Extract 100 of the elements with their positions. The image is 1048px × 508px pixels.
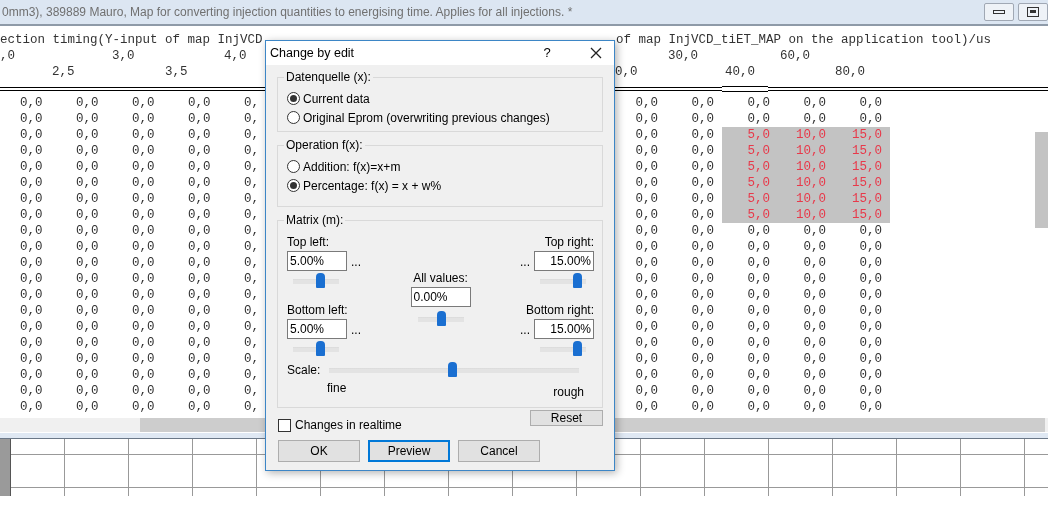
table-cell-text: 0,0 xyxy=(802,111,827,127)
table-cell-text: 0,0 xyxy=(802,383,827,399)
table-cell-text: 0,0 xyxy=(76,223,100,239)
table-cell: 0, xyxy=(244,383,259,399)
table-cell-text: 0,0 xyxy=(802,351,827,367)
table-cell-text: 0,0 xyxy=(690,367,715,383)
table-cell-text: 0,0 xyxy=(76,399,100,415)
table-cell-text: 0,0 xyxy=(20,399,44,415)
table-cell-text: 0,0 xyxy=(132,223,156,239)
table-cell-text: 0,0 xyxy=(634,255,659,271)
table-cell-text: 0,0 xyxy=(690,239,715,255)
table-cell-text: 0,0 xyxy=(76,383,100,399)
table-cell-text: 0,0 xyxy=(20,383,44,399)
table-cell-text: 0,0 xyxy=(20,351,44,367)
table-cell: 10,0 xyxy=(778,191,834,207)
field-label: All values: xyxy=(413,270,468,287)
table-cell-text: 0,0 xyxy=(188,351,212,367)
table-cell-text: 0,0 xyxy=(76,175,100,191)
table-cell-text: 0,0 xyxy=(858,399,883,415)
table-cell-text: 0,0 xyxy=(746,271,771,287)
ellipsis-label: ... xyxy=(520,322,530,339)
table-cell-text: 0,0 xyxy=(20,303,44,319)
radio-label: Current data xyxy=(303,90,370,108)
table-cell-text: 0,0 xyxy=(634,159,659,175)
axis-label: 60,0 xyxy=(780,49,810,63)
table-cell-text: 0,0 xyxy=(858,367,883,383)
table-cell-text: 0,0 xyxy=(132,271,156,287)
table-cell-text: 0,0 xyxy=(634,287,659,303)
table-cell: 15,0 xyxy=(834,191,890,207)
table-cell-text: 0,0 xyxy=(132,175,156,191)
table-cell-text: 0,0 xyxy=(20,367,44,383)
table-cell-text: 0,0 xyxy=(132,399,156,415)
axis-label: ,0 xyxy=(0,49,15,63)
table-cell-text: 0,0 xyxy=(188,191,212,207)
map-description: ection timing(Y-input of map InjVCD xyxy=(0,32,263,48)
table-cell-text: 0,0 xyxy=(634,111,659,127)
table-cell-text: 0,0 xyxy=(132,351,156,367)
table-cell-text: 0,0 xyxy=(188,207,212,223)
table-cell-text: 0,0 xyxy=(188,239,212,255)
table-cell: 0, xyxy=(244,175,259,191)
table-cell-text: 0,0 xyxy=(20,175,44,191)
table-cell-text: 0,0 xyxy=(634,239,659,255)
table-cell: 0, xyxy=(244,351,259,367)
table-cell-text: 0,0 xyxy=(690,319,715,335)
table-cell-text: 0,0 xyxy=(634,367,659,383)
table-cell-text: 0,0 xyxy=(802,367,827,383)
table-cell-text: 0,0 xyxy=(634,303,659,319)
table-cell-text: 0,0 xyxy=(132,383,156,399)
table-cell-text: 0,0 xyxy=(76,239,100,255)
table-cell-text: 0,0 xyxy=(634,127,659,143)
table-cell-text: 0,0 xyxy=(746,111,771,127)
table-cell-text: 0,0 xyxy=(690,127,715,143)
table-cell: 15,0 xyxy=(834,143,890,159)
table-cell-text: 0,0 xyxy=(132,319,156,335)
table-cell-text: 0,0 xyxy=(188,287,212,303)
table-cell-text: 0,0 xyxy=(690,191,715,207)
axis-label: 4,0 xyxy=(224,49,247,63)
table-cell-text: 0,0 xyxy=(858,287,883,303)
scale-label: Scale: xyxy=(287,362,322,379)
table-cell-text: 0,0 xyxy=(20,335,44,351)
table-cell-text: 0,0 xyxy=(188,159,212,175)
table-cell-text: 0,0 xyxy=(690,271,715,287)
table-cell-text: 0,0 xyxy=(802,303,827,319)
axis-label: 0,0 xyxy=(615,65,638,79)
table-cell-text: 0,0 xyxy=(690,287,715,303)
table-cell: 0, xyxy=(244,271,259,287)
table-cell-text: 0,0 xyxy=(132,255,156,271)
table-cell-text: 0,0 xyxy=(746,239,771,255)
field-label: Bottom right: xyxy=(525,303,594,317)
radio-label: Percentage: f(x) = x + w% xyxy=(303,177,442,195)
table-cell-text: 0,0 xyxy=(634,143,659,159)
table-cell: 15,0 xyxy=(834,207,890,223)
table-cell: 10,0 xyxy=(778,207,834,223)
axis-label: 80,0 xyxy=(835,65,865,79)
radio-label: Addition: f(x)=x+m xyxy=(303,158,401,176)
table-cell: 5,0 xyxy=(722,143,778,159)
table-cell: 0, xyxy=(244,191,259,207)
scale-max-label: rough xyxy=(553,384,584,401)
table-cell-text: 0,0 xyxy=(690,159,715,175)
table-cell-text: 0,0 xyxy=(746,335,771,351)
table-cell-text: 0,0 xyxy=(20,111,44,127)
table-cell-text: 0,0 xyxy=(188,255,212,271)
table-cell-text: 0,0 xyxy=(76,143,100,159)
table-cell: 5,0 xyxy=(722,127,778,143)
table-cell: 15,0 xyxy=(834,175,890,191)
table-cell-text: 0,0 xyxy=(858,239,883,255)
table-cell-text: 0,0 xyxy=(76,127,100,143)
table-cell-text: 0,0 xyxy=(132,239,156,255)
table-cell-text: 0,0 xyxy=(858,95,883,111)
table-cell-text: 0,0 xyxy=(76,191,100,207)
ellipsis-label: ... xyxy=(351,254,361,271)
table-cell-text: 0,0 xyxy=(188,383,212,399)
table-cell-text: 0,0 xyxy=(76,111,100,127)
table-cell: 0, xyxy=(244,319,259,335)
table-cell-text: 0,0 xyxy=(690,335,715,351)
table-cell: 0, xyxy=(244,143,259,159)
axis-label: 3,0 xyxy=(112,49,135,63)
table-cell-text: 0,0 xyxy=(20,271,44,287)
table-cell-text: 0,0 xyxy=(20,143,44,159)
table-cell-text: 0,0 xyxy=(76,95,100,111)
